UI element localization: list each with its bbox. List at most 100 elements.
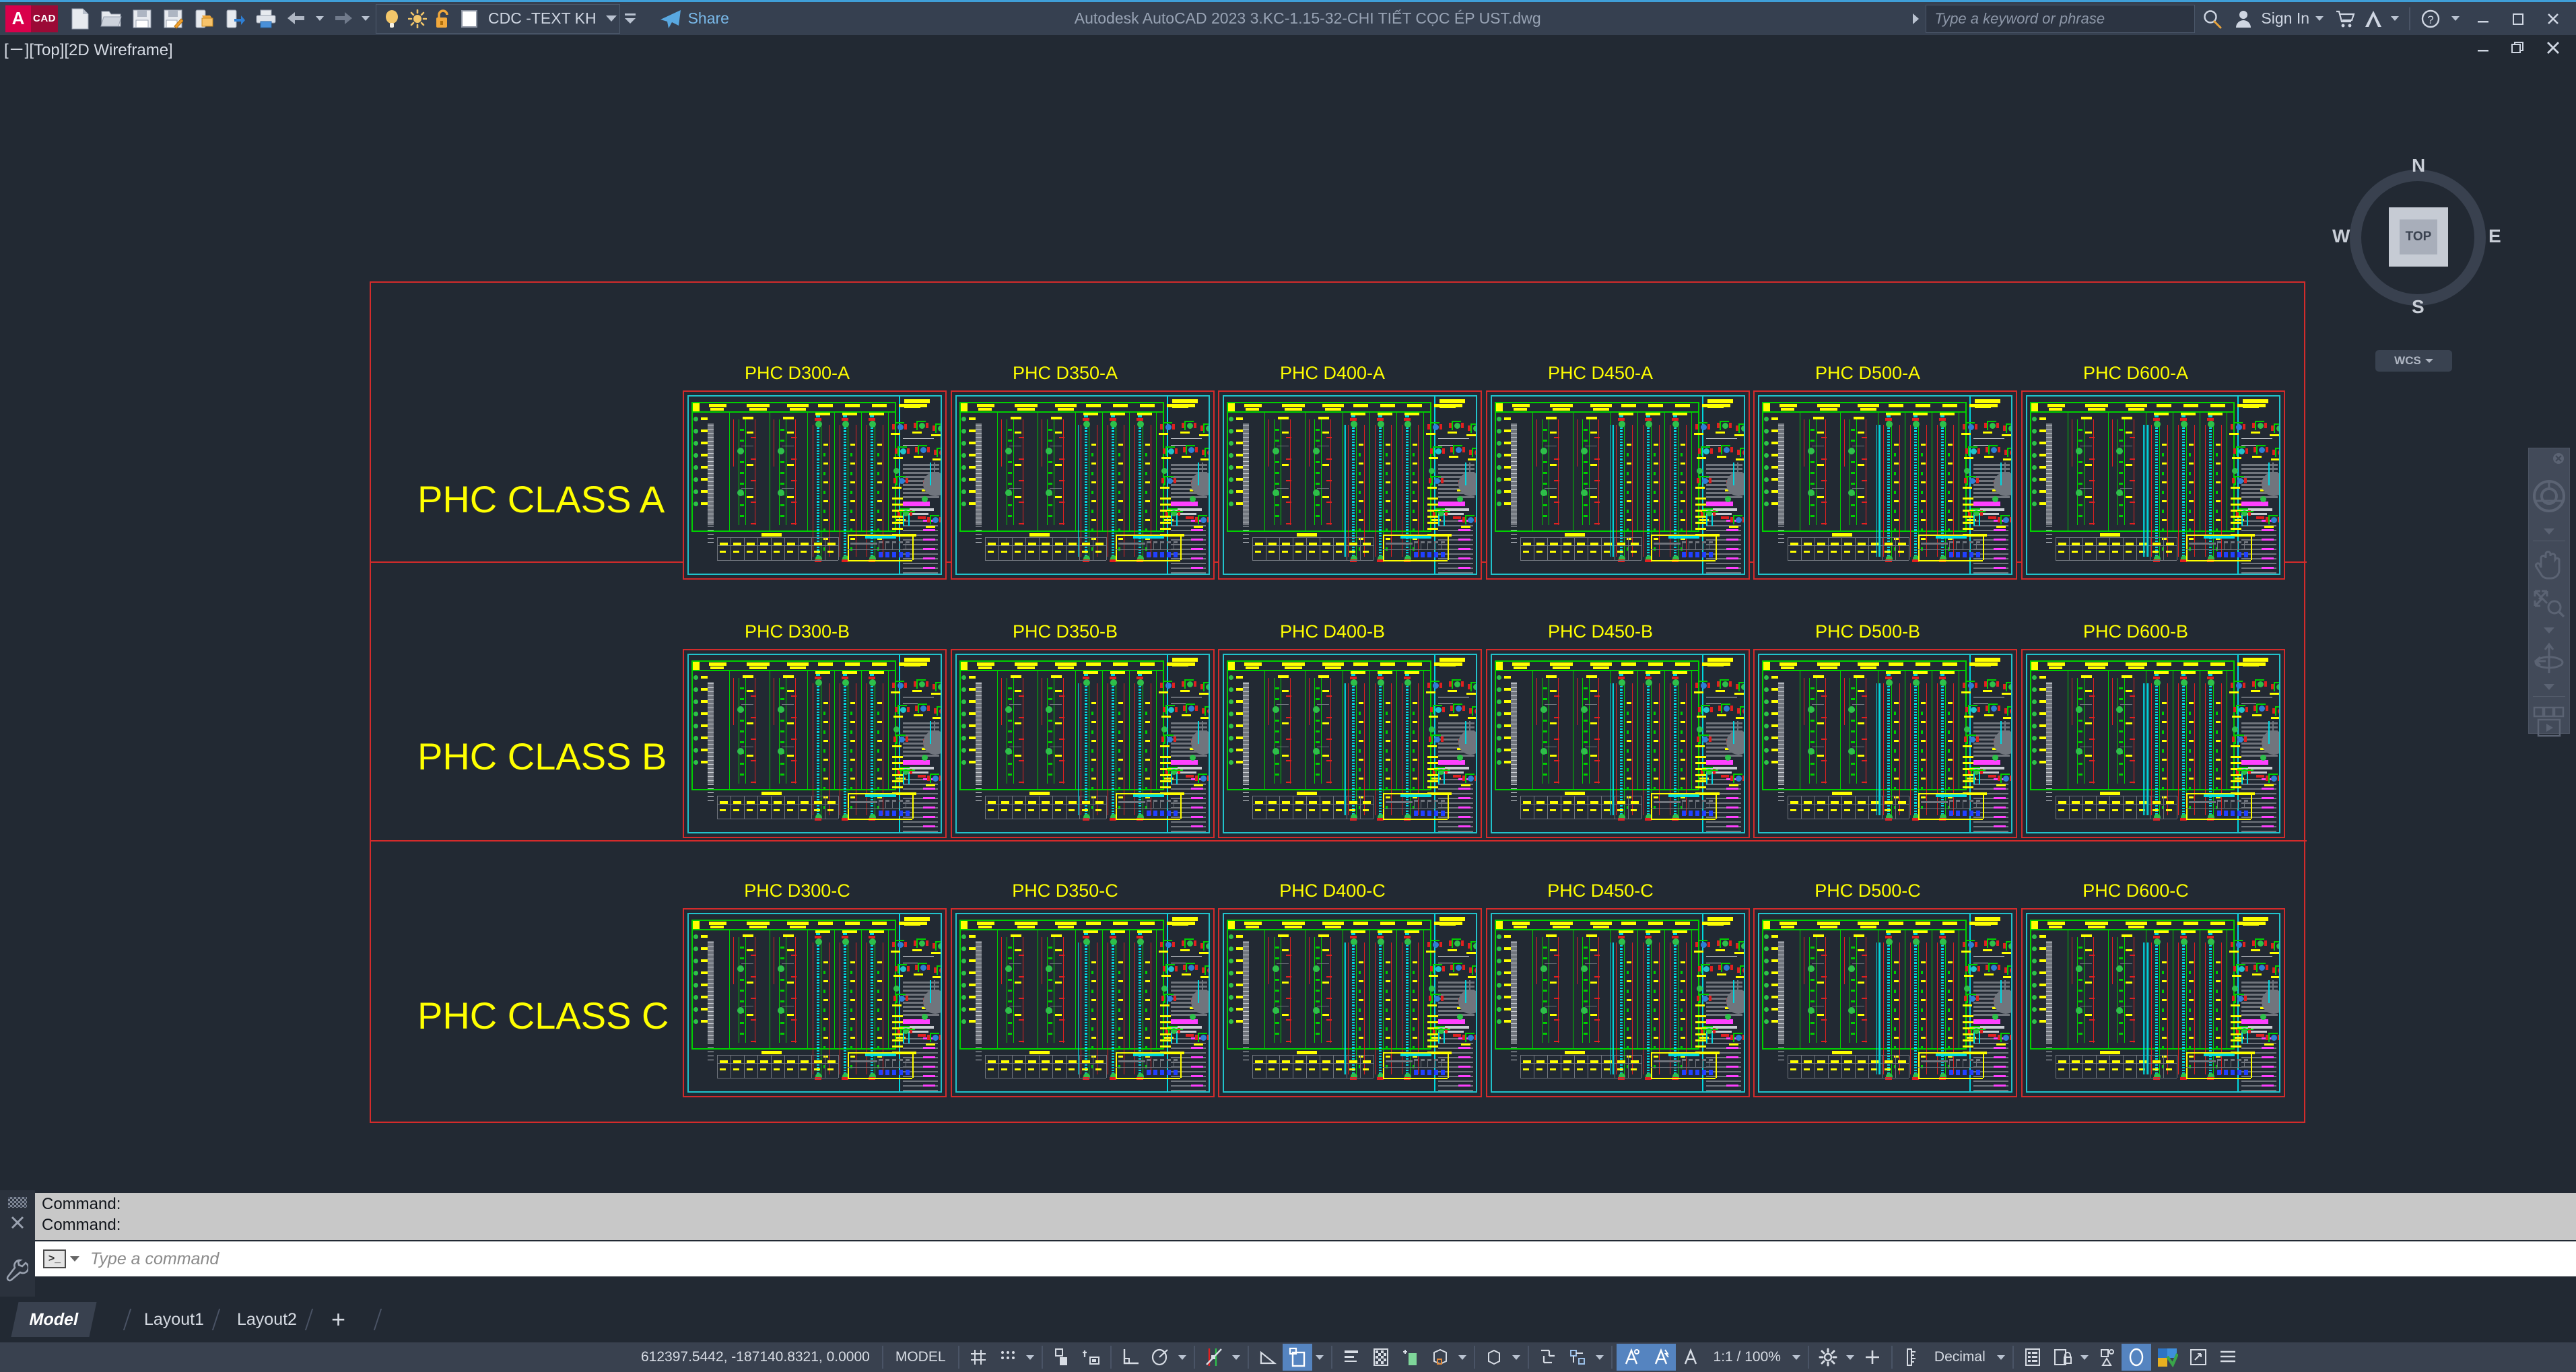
cad-geometry <box>787 404 809 407</box>
cad-geometry <box>815 679 822 686</box>
cad-geometry <box>871 467 873 469</box>
autocad-logo[interactable]: A CAD <box>5 5 58 32</box>
app-minimize-button[interactable] <box>2466 7 2501 31</box>
autocad-logo-cad: CAD <box>31 5 58 32</box>
cad-geometry <box>1520 537 1641 538</box>
cad-geometry <box>2089 437 2095 438</box>
cad-geometry <box>1427 424 1430 430</box>
plot-icon[interactable] <box>250 3 281 34</box>
cad-geometry <box>1430 448 1433 454</box>
save-to-web-icon[interactable] <box>189 3 219 34</box>
doc-close-button[interactable] <box>2536 36 2571 60</box>
doc-restore-button[interactable] <box>2501 36 2536 60</box>
cad-geometry <box>693 453 698 458</box>
cad-geometry <box>1941 524 1944 525</box>
cad-geometry <box>1620 518 1623 520</box>
share-button[interactable]: Share <box>658 8 729 30</box>
cad-geometry <box>1832 533 1852 537</box>
cad-geometry <box>2085 404 2108 407</box>
layer-on-off-icon[interactable] <box>379 3 405 34</box>
save-icon[interactable] <box>127 3 158 34</box>
cad-geometry <box>1106 537 1107 560</box>
cad-geometry <box>2155 442 2158 443</box>
cad-geometry <box>2082 537 2083 560</box>
redo-icon[interactable] <box>327 3 358 34</box>
layer-lock-icon[interactable] <box>430 3 456 34</box>
cad-sheet[interactable] <box>1753 390 2017 580</box>
layer-freeze-icon[interactable] <box>405 3 430 34</box>
cad-geometry <box>2209 521 2212 522</box>
save-as-icon[interactable] <box>158 3 189 34</box>
undo-dropdown-caret[interactable] <box>312 3 327 34</box>
redo-dropdown-caret[interactable] <box>358 3 373 34</box>
cad-geometry <box>1190 755 1196 761</box>
layer-color-swatch[interactable] <box>456 3 483 34</box>
doc-minimize-button[interactable] <box>2466 36 2501 60</box>
cad-geometry <box>850 721 855 723</box>
cad-sheet[interactable] <box>1218 649 1482 838</box>
account-icon[interactable] <box>2230 3 2257 34</box>
new-drawing-icon[interactable] <box>65 3 96 34</box>
cad-geometry <box>1540 706 1547 713</box>
app-restore-button[interactable] <box>2501 7 2536 31</box>
open-drawing-icon[interactable] <box>96 3 127 34</box>
store-cart-icon[interactable] <box>2330 3 2361 34</box>
cad-sheet[interactable] <box>951 390 1215 580</box>
cad-geometry <box>1620 712 1623 713</box>
search-expand-caret[interactable] <box>1913 13 1919 24</box>
cad-geometry <box>1720 421 1729 422</box>
cad-geometry <box>1627 759 1631 761</box>
cad-geometry <box>976 800 982 801</box>
sign-in-button[interactable]: Sign In <box>2261 9 2309 28</box>
cad-geometry <box>1963 504 1973 506</box>
sign-in-caret[interactable] <box>2309 3 2330 34</box>
cad-geometry <box>1948 462 1953 465</box>
cad-sheet[interactable] <box>1218 390 1482 580</box>
cad-geometry <box>899 736 905 743</box>
cad-geometry <box>1359 500 1363 502</box>
cad-geometry <box>2155 430 2158 432</box>
cad-geometry <box>877 444 882 446</box>
open-from-web-icon[interactable] <box>219 3 250 34</box>
cad-geometry <box>817 782 819 784</box>
undo-icon[interactable] <box>281 3 312 34</box>
cad-geometry <box>871 439 873 440</box>
drawing-canvas[interactable]: PHC CLASS A PHC CLASS B PHC CLASS C PHC … <box>0 61 2576 1190</box>
cad-geometry <box>740 440 744 442</box>
search-icon[interactable] <box>2195 3 2230 34</box>
cad-sheet[interactable] <box>683 649 947 838</box>
qat-customize-caret[interactable] <box>620 3 640 34</box>
cad-geometry <box>2271 425 2274 431</box>
cad-sheet[interactable] <box>951 649 1215 838</box>
cad-sheet[interactable] <box>2021 390 2285 580</box>
cad-geometry <box>1008 483 1012 485</box>
apps-caret[interactable] <box>2386 3 2404 34</box>
cad-geometry <box>1620 465 1623 466</box>
cad-geometry <box>2182 521 2185 522</box>
cad-geometry <box>1647 467 1650 469</box>
cad-geometry <box>1078 425 1079 557</box>
cad-geometry <box>1620 498 1623 500</box>
cad-sheet[interactable] <box>1486 649 1750 838</box>
cad-geometry <box>969 478 976 481</box>
help-caret[interactable] <box>2445 3 2466 34</box>
cad-geometry <box>1921 444 1926 446</box>
cad-geometry <box>1028 809 1034 811</box>
viewport-controls-label[interactable]: [－][Top][2D Wireframe] <box>4 36 173 60</box>
cad-geometry <box>1674 788 1676 789</box>
cad-geometry <box>2078 429 2082 431</box>
cad-geometry <box>708 760 714 761</box>
layer-control[interactable]: CDC -TEXT KH <box>376 4 620 34</box>
cad-geometry <box>1810 483 1815 485</box>
cad-sheet[interactable] <box>683 390 947 580</box>
help-icon[interactable]: ? <box>2416 3 2445 34</box>
cad-geometry <box>1543 730 1547 732</box>
cad-geometry <box>1764 489 1769 494</box>
cad-geometry <box>2241 544 2276 545</box>
cad-sheet[interactable] <box>1486 390 1750 580</box>
app-close-button[interactable] <box>2536 7 2571 31</box>
search-input[interactable]: Type a keyword or phrase <box>1926 5 2195 33</box>
autodesk-apps-icon[interactable] <box>2361 3 2386 34</box>
layer-dropdown-caret[interactable] <box>606 15 617 22</box>
cad-geometry <box>1697 716 1706 718</box>
